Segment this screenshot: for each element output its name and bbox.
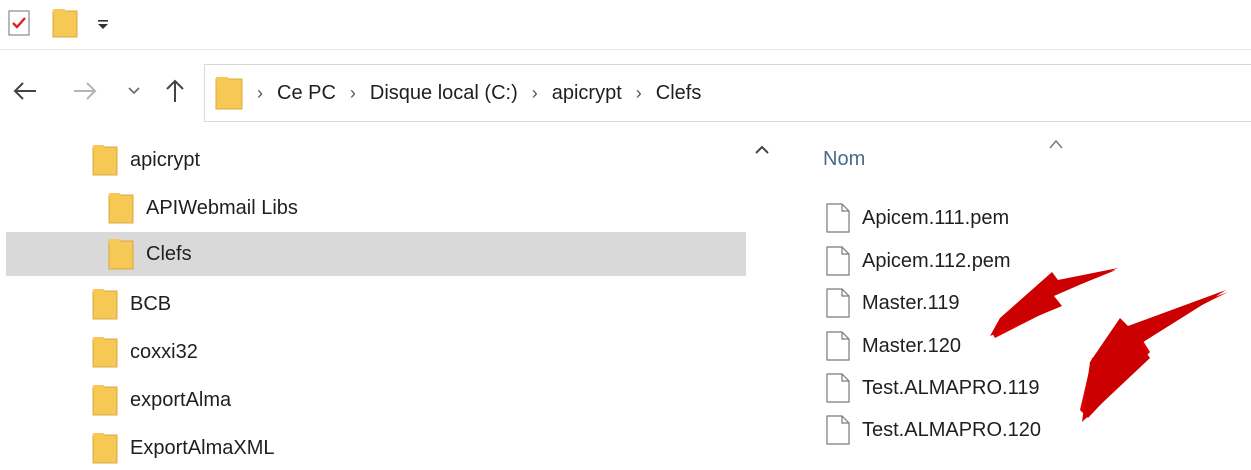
customize-dropdown-icon[interactable]	[96, 18, 110, 32]
tree-item-exportalmaxml[interactable]: ExportAlmaXML	[92, 426, 275, 470]
recent-locations-button[interactable]	[124, 74, 144, 108]
new-folder-icon[interactable]	[52, 8, 78, 38]
file-icon	[826, 203, 850, 233]
file-name: Test.ALMAPRO.120	[862, 418, 1041, 441]
back-arrow-icon	[13, 82, 36, 100]
file-row[interactable]: Test.ALMAPRO.120	[826, 410, 1041, 450]
file-name: Apicem.112.pem	[862, 249, 1011, 272]
chevron-right-icon[interactable]: ›	[350, 83, 356, 104]
file-list: Nom Apicem.111.pem Apicem.112.pem Master…	[776, 130, 1251, 454]
up-button[interactable]	[160, 74, 190, 108]
breadcrumb-clefs[interactable]: Clefs	[656, 82, 702, 105]
tree-item-clefs[interactable]: Clefs	[6, 232, 746, 276]
file-name: Test.ALMAPRO.119	[862, 376, 1040, 399]
file-row[interactable]: Master.120	[826, 326, 961, 366]
tree-item-label: APIWebmail Libs	[146, 196, 298, 219]
folder-icon	[108, 193, 134, 224]
file-icon	[826, 373, 850, 403]
up-arrow-icon	[166, 79, 184, 102]
file-name: Master.120	[862, 334, 961, 357]
file-row[interactable]: Apicem.112.pem	[826, 241, 1011, 281]
scroll-up-icon[interactable]	[752, 140, 772, 160]
folder-icon	[92, 289, 118, 320]
tree-item-apiwebmail-libs[interactable]: APIWebmail Libs	[108, 186, 298, 230]
chevron-right-icon[interactable]: ›	[532, 83, 538, 104]
quick-access-toolbar	[0, 0, 1251, 50]
folder-icon	[92, 433, 118, 464]
folder-icon	[92, 337, 118, 368]
folder-icon	[92, 145, 118, 176]
file-row[interactable]: Test.ALMAPRO.119	[826, 368, 1039, 408]
toolbar-divider	[0, 49, 1251, 50]
file-name: Master.119	[862, 291, 960, 314]
breadcrumb-disque-local[interactable]: Disque local (C:)	[370, 82, 518, 105]
file-icon	[826, 415, 850, 445]
sort-ascending-icon	[1049, 139, 1063, 149]
forward-arrow-icon	[74, 82, 97, 100]
folder-icon	[215, 77, 243, 110]
tree-item-label: coxxi32	[130, 340, 198, 363]
tree-item-label: Clefs	[146, 242, 192, 265]
chevron-right-icon: ›	[257, 82, 263, 103]
tree-item-apicrypt[interactable]: apicrypt	[92, 138, 200, 182]
tree-item-coxxi32[interactable]: coxxi32	[92, 330, 198, 374]
breadcrumb-ce-pc[interactable]: Ce PC	[277, 82, 336, 105]
properties-check-icon[interactable]	[8, 10, 30, 36]
file-icon	[826, 288, 850, 318]
navigation-pane: apicrypt APIWebmail Libs Clefs BCB coxxi…	[0, 136, 776, 464]
breadcrumb-apicrypt[interactable]: apicrypt	[552, 82, 622, 105]
column-header-name[interactable]: Nom	[823, 148, 865, 171]
tree-item-label: BCB	[130, 292, 172, 315]
back-button[interactable]	[10, 74, 40, 108]
file-row[interactable]: Master.119	[826, 283, 959, 323]
chevron-right-icon[interactable]: ›	[636, 83, 642, 104]
navigation-bar: › Ce PC › Disque local (C:) › apicrypt ›…	[0, 60, 1251, 130]
folder-icon	[108, 239, 134, 270]
file-name: Apicem.111.pem	[862, 206, 1010, 229]
file-icon	[826, 331, 850, 361]
tree-item-label: ExportAlmaXML	[130, 436, 275, 459]
tree-item-label: apicrypt	[130, 148, 201, 171]
forward-button[interactable]	[70, 74, 100, 108]
file-icon	[826, 246, 850, 276]
file-row[interactable]: Apicem.111.pem	[826, 198, 1009, 238]
tree-item-bcb[interactable]: BCB	[92, 282, 171, 326]
tree-item-label: exportAlma	[130, 388, 232, 411]
address-bar[interactable]: › Ce PC › Disque local (C:) › apicrypt ›…	[204, 64, 1251, 122]
folder-icon	[92, 385, 118, 416]
chevron-down-icon	[128, 87, 140, 95]
tree-item-exportalma[interactable]: exportAlma	[92, 378, 231, 422]
